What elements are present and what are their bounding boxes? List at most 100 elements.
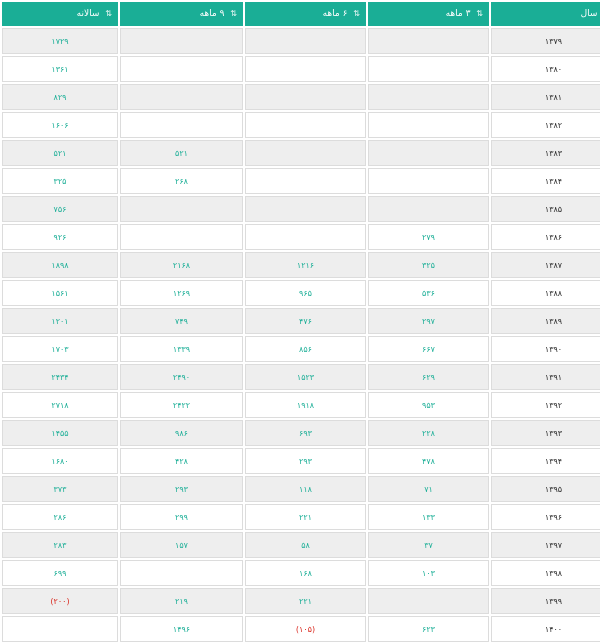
cell-3-month: ۶۲۳ xyxy=(368,616,489,642)
cell-annual xyxy=(2,616,118,642)
cell-3-month xyxy=(368,56,489,82)
table-row: ۱۳۹۹ ۲۲۱ ۲۱۹ (۲۰۰) xyxy=(2,588,600,614)
cell-6-month: ۱۵۲۳ xyxy=(245,364,366,390)
cell-3-month: ۴۷۸ xyxy=(368,448,489,474)
cell-6-month: ۱۱۸ xyxy=(245,476,366,502)
cell-3-month xyxy=(368,140,489,166)
cell-6-month: ۲۹۳ xyxy=(245,448,366,474)
sort-icon[interactable]: ⇅ xyxy=(105,9,112,18)
cell-9-month: ۵۲۱ xyxy=(120,140,243,166)
cell-annual: ۱۷۲۹ xyxy=(2,28,118,54)
cell-annual: ۱۵۶۱ xyxy=(2,280,118,306)
cell-year: ۱۳۸۸ xyxy=(491,280,600,306)
cell-year: ۱۳۸۷ xyxy=(491,252,600,278)
column-header-label: سال xyxy=(580,9,598,19)
cell-annual: ۲۸۶ xyxy=(2,504,118,530)
table-row: ۱۳۸۶ ۲۷۹ ۹۲۶ xyxy=(2,224,600,250)
cell-3-month: ۳۷ xyxy=(368,532,489,558)
cell-annual: ۵۲۱ xyxy=(2,140,118,166)
cell-3-month: ۶۲۹ xyxy=(368,364,489,390)
cell-3-month xyxy=(368,196,489,222)
cell-annual: ۲۷۱۸ xyxy=(2,392,118,418)
cell-9-month: ۱۴۹۶ xyxy=(120,616,243,642)
cell-6-month: ۹۶۵ xyxy=(245,280,366,306)
cell-year: ۱۴۰۰ xyxy=(491,616,600,642)
cell-annual: ۸۲۹ xyxy=(2,84,118,110)
column-header-6-month[interactable]: ⇅ ۶ ماهه xyxy=(245,2,366,26)
cell-annual: ۱۶۸۰ xyxy=(2,448,118,474)
cell-year: ۱۳۸۲ xyxy=(491,112,600,138)
cell-6-month: ۱۲۱۶ xyxy=(245,252,366,278)
table-row: ۱۳۹۳ ۲۲۸ ۶۹۳ ۹۸۶ ۱۴۵۵ xyxy=(2,420,600,446)
earnings-table: ⇅ سال ⇅ ۳ ماهه ⇅ ۶ ماهه ⇅ ۹ ماهه ⇅ سالان… xyxy=(0,0,600,644)
table-row: ۱۳۹۶ ۱۳۳ ۲۲۱ ۲۹۹ ۲۸۶ xyxy=(2,504,600,530)
cell-6-month xyxy=(245,224,366,250)
table-row: ۱۳۸۹ ۲۹۷ ۴۷۶ ۷۴۹ ۱۲۰۱ xyxy=(2,308,600,334)
cell-3-month: ۲۲۸ xyxy=(368,420,489,446)
table-body: ۱۳۷۹ ۱۷۲۹ ۱۳۸۰ ۱۳۶۱ ۱۳۸۱ ۸۲۹ ۱۳۸۲ ۱۶۰۶ ۱۳۸۳ ۵۲۱ ۵۲… xyxy=(2,28,600,642)
earnings-table-container: ⇅ سال ⇅ ۳ ماهه ⇅ ۶ ماهه ⇅ ۹ ماهه ⇅ سالان… xyxy=(2,2,600,644)
cell-9-month: ۱۳۳۹ xyxy=(120,336,243,362)
cell-6-month: ۴۷۶ xyxy=(245,308,366,334)
cell-9-month: ۱۵۷ xyxy=(120,532,243,558)
table-row: ۱۳۹۲ ۹۵۳ ۱۹۱۸ ۲۴۲۲ ۲۷۱۸ xyxy=(2,392,600,418)
cell-3-month: ۱۳۳ xyxy=(368,504,489,530)
cell-year: ۱۳۹۷ xyxy=(491,532,600,558)
cell-year: ۱۳۸۳ xyxy=(491,140,600,166)
cell-9-month: ۲۶۸ xyxy=(120,168,243,194)
cell-6-month xyxy=(245,28,366,54)
column-header-year[interactable]: ⇅ سال xyxy=(491,2,600,26)
cell-annual: ۱۴۵۵ xyxy=(2,420,118,446)
cell-3-month: ۹۵۳ xyxy=(368,392,489,418)
cell-year: ۱۳۹۴ xyxy=(491,448,600,474)
cell-9-month: ۲۹۳ xyxy=(120,476,243,502)
cell-year: ۱۳۹۲ xyxy=(491,392,600,418)
cell-9-month: ۴۲۸ xyxy=(120,448,243,474)
table-row: ۱۳۸۷ ۳۲۵ ۱۲۱۶ ۲۱۶۸ ۱۸۹۸ xyxy=(2,252,600,278)
cell-year: ۱۳۹۵ xyxy=(491,476,600,502)
sort-icon[interactable]: ⇅ xyxy=(230,9,237,18)
cell-9-month xyxy=(120,224,243,250)
cell-3-month xyxy=(368,112,489,138)
sort-icon[interactable]: ⇅ xyxy=(353,9,360,18)
cell-annual: ۲۸۳ xyxy=(2,532,118,558)
table-row: ۱۳۸۱ ۸۲۹ xyxy=(2,84,600,110)
table-row: ۱۳۷۹ ۱۷۲۹ xyxy=(2,28,600,54)
cell-9-month xyxy=(120,84,243,110)
cell-6-month: ۵۸ xyxy=(245,532,366,558)
cell-9-month: ۷۴۹ xyxy=(120,308,243,334)
cell-year: ۱۳۹۹ xyxy=(491,588,600,614)
sort-icon[interactable]: ⇅ xyxy=(476,9,483,18)
table-row: ۱۳۹۵ ۷۱ ۱۱۸ ۲۹۳ ۳۷۳ xyxy=(2,476,600,502)
cell-annual: ۷۵۶ xyxy=(2,196,118,222)
cell-year: ۱۳۸۰ xyxy=(491,56,600,82)
column-header-9-month[interactable]: ⇅ ۹ ماهه xyxy=(120,2,243,26)
cell-3-month: ۵۳۶ xyxy=(368,280,489,306)
table-row: ۱۳۸۴ ۲۶۸ ۳۲۵ xyxy=(2,168,600,194)
column-header-annual[interactable]: ⇅ سالانه xyxy=(2,2,118,26)
cell-year: ۱۳۸۵ xyxy=(491,196,600,222)
cell-annual: (۲۰۰) xyxy=(2,588,118,614)
cell-9-month: ۲۹۹ xyxy=(120,504,243,530)
cell-3-month xyxy=(368,168,489,194)
cell-annual: ۳۲۵ xyxy=(2,168,118,194)
cell-3-month xyxy=(368,588,489,614)
cell-6-month xyxy=(245,56,366,82)
cell-6-month xyxy=(245,84,366,110)
cell-year: ۱۳۸۶ xyxy=(491,224,600,250)
cell-3-month: ۷۱ xyxy=(368,476,489,502)
cell-6-month xyxy=(245,140,366,166)
cell-year: ۱۳۸۴ xyxy=(491,168,600,194)
cell-year: ۱۳۹۶ xyxy=(491,504,600,530)
table-row: ۱۳۸۵ ۷۵۶ xyxy=(2,196,600,222)
cell-annual: ۹۲۶ xyxy=(2,224,118,250)
cell-annual: ۶۹۹ xyxy=(2,560,118,586)
cell-9-month: ۹۸۶ xyxy=(120,420,243,446)
column-header-label: سالانه xyxy=(76,9,100,19)
cell-3-month: ۶۶۷ xyxy=(368,336,489,362)
cell-3-month xyxy=(368,84,489,110)
cell-year: ۱۳۹۰ xyxy=(491,336,600,362)
cell-9-month: ۲۴۹۰ xyxy=(120,364,243,390)
column-header-3-month[interactable]: ⇅ ۳ ماهه xyxy=(368,2,489,26)
cell-6-month: ۲۲۱ xyxy=(245,588,366,614)
